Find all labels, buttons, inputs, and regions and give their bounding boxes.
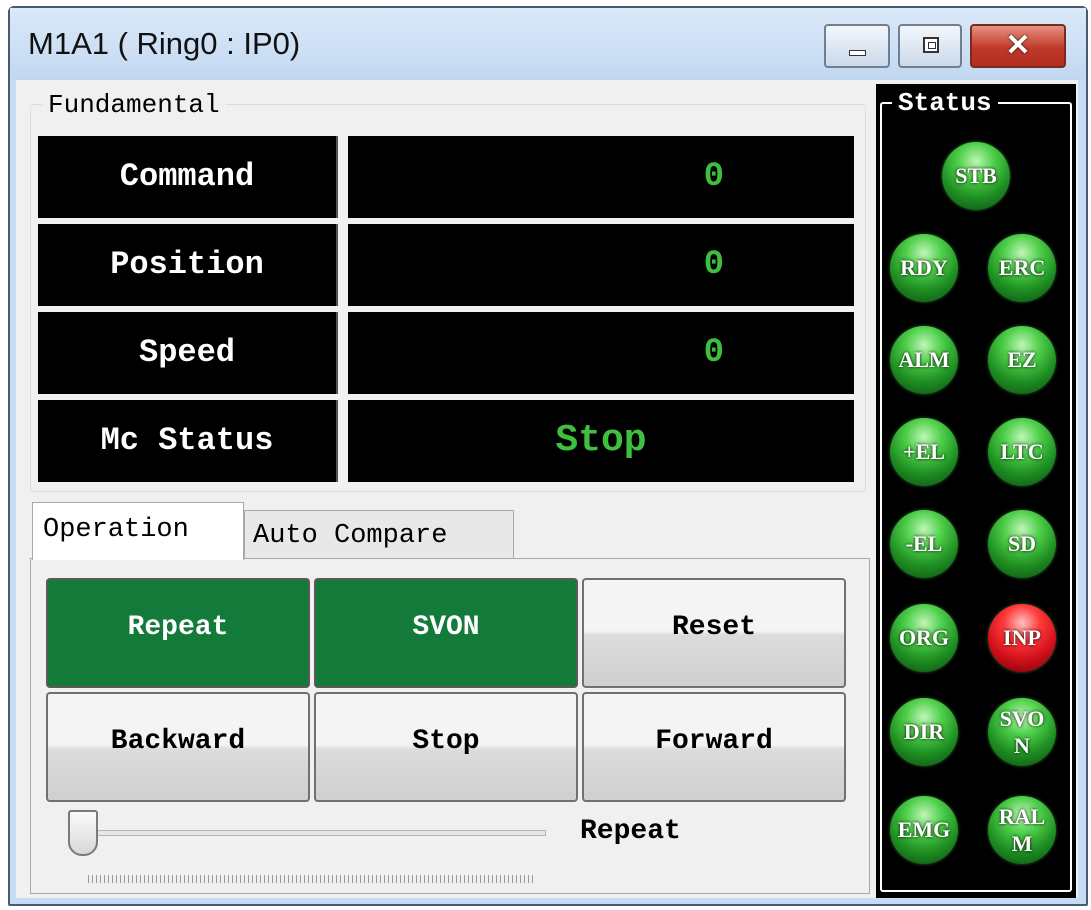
status-group-label: Status [892,88,998,118]
close-icon: ✕ [1005,29,1031,62]
title-bar[interactable]: M1A1 ( Ring0 : IP0) ✕ [10,8,1086,80]
led-org: ORG [890,604,958,672]
repeat-slider-ticks [88,875,534,883]
minimize-button[interactable] [824,24,890,68]
speed-label: Speed [38,312,338,394]
backward-button-label: Backward [110,726,246,757]
status-panel: Status STB RDY ERC ALM EZ +EL LTC -EL SD… [876,84,1076,898]
led-dir: DIR [890,698,958,766]
led-ez: EZ [988,326,1056,394]
svon-button-label: SVON [412,612,480,643]
mc-status-label: Mc Status [38,400,338,482]
svon-button[interactable]: SVON [314,578,578,688]
repeat-button[interactable]: Repeat [46,578,310,688]
mc-status-value: Stop [348,400,854,482]
position-label: Position [38,224,338,306]
led-svon: SVON [988,698,1056,766]
minimize-icon [849,50,866,56]
forward-button-label: Forward [655,726,773,757]
repeat-slider-label: Repeat [580,816,681,847]
client-area: Fundamental Command 0 Position 0 Speed 0… [16,80,1078,898]
stop-button-label: Stop [412,726,480,757]
led-erc: ERC [988,234,1056,302]
maximize-button[interactable] [898,24,962,68]
maximize-icon [923,37,939,53]
led-emg: EMG [890,796,958,864]
reset-button-label: Reset [671,612,756,643]
led-rdy: RDY [890,234,958,302]
led-inp: INP [988,604,1056,672]
led-alm: ALM [890,326,958,394]
led-sd: SD [988,510,1056,578]
tab-auto-compare[interactable]: Auto Compare [244,510,514,560]
fundamental-group-label: Fundamental [42,90,226,120]
stop-button[interactable]: Stop [314,692,578,802]
backward-button[interactable]: Backward [46,692,310,802]
position-value: 0 [348,224,854,306]
speed-value: 0 [348,312,854,394]
forward-button[interactable]: Forward [582,692,846,802]
led-ltc: LTC [988,418,1056,486]
led-plus-el: +EL [890,418,958,486]
led-ralm: RALM [988,796,1056,864]
led-stb: STB [942,142,1010,210]
repeat-button-label: Repeat [127,612,229,643]
window-title: M1A1 ( Ring0 : IP0) [28,26,301,61]
close-button[interactable]: ✕ [970,24,1066,68]
status-group-border [880,102,1072,892]
repeat-slider-track[interactable] [86,830,546,836]
command-label: Command [38,136,338,218]
app-window: M1A1 ( Ring0 : IP0) ✕ Fundamental Comman… [8,6,1088,906]
command-value: 0 [348,136,854,218]
tab-operation[interactable]: Operation [32,502,244,560]
repeat-slider-thumb[interactable] [68,810,98,856]
reset-button[interactable]: Reset [582,578,846,688]
led-minus-el: -EL [890,510,958,578]
